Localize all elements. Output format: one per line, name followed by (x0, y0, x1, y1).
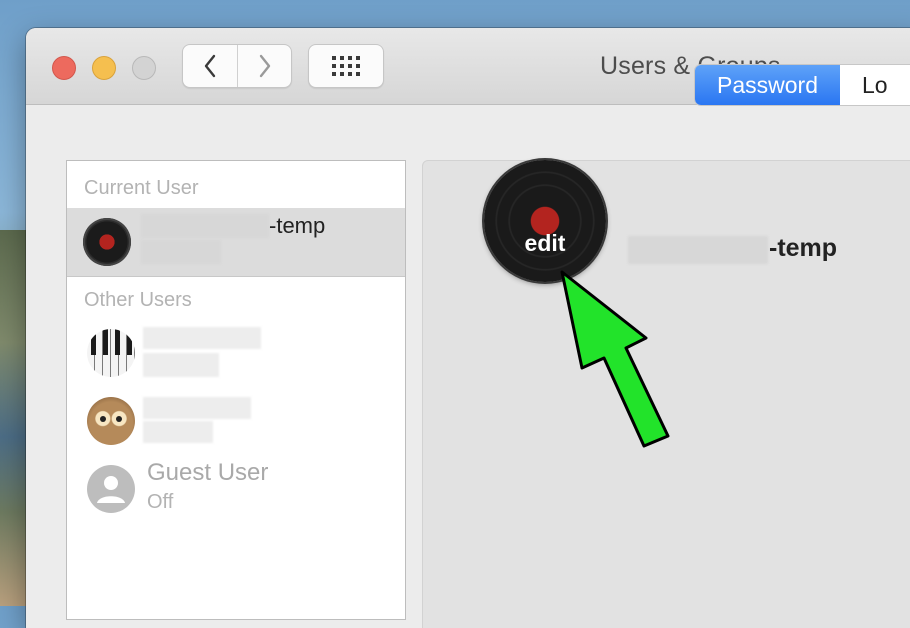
redacted-account (143, 421, 213, 443)
current-user-row[interactable]: -temp (67, 208, 405, 277)
navigation-group (182, 44, 292, 88)
pane-user-name: -temp (769, 234, 838, 262)
edit-label: edit (524, 230, 566, 256)
redacted-name (141, 214, 269, 238)
owl-avatar (87, 397, 135, 445)
guest-user-name: Guest User (147, 459, 269, 486)
minimize-button[interactable] (92, 56, 116, 80)
current-user-heading: Current User (84, 177, 199, 199)
tab-password[interactable]: Password (695, 65, 840, 105)
tab-bar: Password Lo (694, 64, 910, 106)
chevron-left-icon (204, 54, 216, 78)
show-all-button[interactable] (308, 44, 384, 88)
tab-login-items[interactable]: Lo (840, 65, 910, 105)
grid-icon (332, 56, 360, 76)
close-button[interactable] (52, 56, 76, 80)
user-list: Current User -temp Other Users Guest Use… (66, 160, 406, 620)
piano-keys-avatar (87, 329, 135, 377)
current-user-name: -temp (269, 213, 326, 238)
green-arrow-annotation (560, 270, 670, 448)
other-users-heading: Other Users (84, 289, 192, 311)
forward-button[interactable] (238, 45, 292, 87)
owl-eye (100, 416, 106, 422)
redacted-full-name (628, 236, 768, 264)
zoom-button[interactable] (132, 56, 156, 80)
back-button[interactable] (183, 45, 238, 87)
owl-eye (116, 416, 122, 422)
person-icon (87, 465, 135, 513)
redacted-name (143, 327, 261, 349)
system-preferences-window: Users & Groups Current User -temp Other … (26, 28, 910, 628)
chevron-right-icon (259, 54, 271, 78)
redacted-account (143, 353, 219, 377)
vinyl-record-avatar (83, 218, 131, 266)
redacted-account (141, 240, 221, 264)
user-picture-button[interactable]: edit (484, 160, 606, 282)
redacted-name (143, 397, 251, 419)
content-area: Current User -temp Other Users Guest Use… (26, 105, 910, 628)
guest-user-status: Off (147, 491, 174, 513)
